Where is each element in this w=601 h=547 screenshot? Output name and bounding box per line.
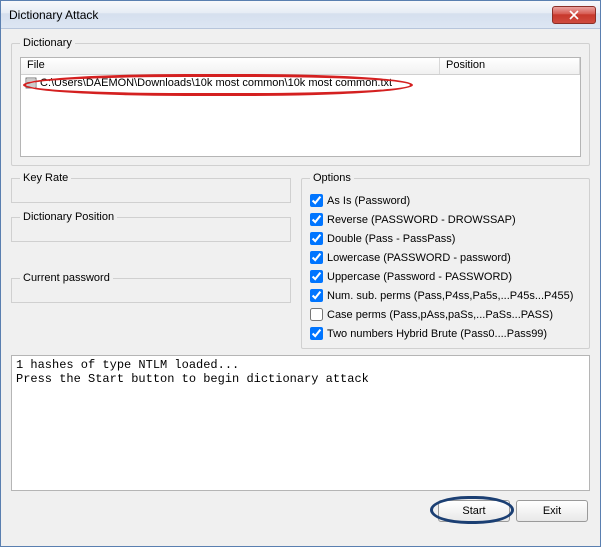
- dictionary-table[interactable]: File Position: [20, 57, 581, 157]
- option-item[interactable]: Num. sub. perms (Pass,P4ss,Pa5s,...P45s.…: [310, 287, 581, 304]
- dictionary-position-group: Dictionary Position: [11, 211, 291, 242]
- option-label: Lowercase (PASSWORD - password): [327, 252, 511, 264]
- dictionary-legend: Dictionary: [20, 37, 75, 49]
- left-column: Key Rate Dictionary Position Current pas…: [11, 172, 291, 349]
- key-rate-legend: Key Rate: [20, 172, 71, 184]
- table-row[interactable]: C:\Users\DAEMON\Downloads\10k most commo…: [21, 75, 580, 91]
- file-icon: [25, 77, 37, 89]
- column-header-position[interactable]: Position: [440, 58, 580, 74]
- option-item[interactable]: Lowercase (PASSWORD - password): [310, 249, 581, 266]
- titlebar: Dictionary Attack: [1, 1, 600, 29]
- dictionary-table-header: File Position: [21, 58, 580, 75]
- close-icon: [569, 10, 579, 20]
- dictionary-attack-window: Dictionary Attack Dictionary File Positi…: [0, 0, 601, 547]
- option-checkbox[interactable]: [310, 194, 323, 207]
- option-item[interactable]: Two numbers Hybrid Brute (Pass0....Pass9…: [310, 325, 581, 342]
- options-group: Options As Is (Password) Reverse (PASSWOR…: [301, 172, 590, 349]
- option-checkbox[interactable]: [310, 327, 323, 340]
- option-label: Double (Pass - PassPass): [327, 233, 455, 245]
- option-label: Two numbers Hybrid Brute (Pass0....Pass9…: [327, 328, 547, 340]
- option-checkbox[interactable]: [310, 270, 323, 283]
- option-label: Case perms (Pass,pAss,paSs,...PaSs...PAS…: [327, 309, 553, 321]
- file-path: C:\Users\DAEMON\Downloads\10k most commo…: [40, 77, 392, 89]
- option-label: Uppercase (Password - PASSWORD): [327, 271, 512, 283]
- option-item[interactable]: As Is (Password): [310, 192, 581, 209]
- option-label: Reverse (PASSWORD - DROWSSAP): [327, 214, 516, 226]
- option-label: Num. sub. perms (Pass,P4ss,Pa5s,...P45s.…: [327, 290, 573, 302]
- dictionary-position-legend: Dictionary Position: [20, 211, 117, 223]
- option-item[interactable]: Double (Pass - PassPass): [310, 230, 581, 247]
- dictionary-group: Dictionary File Position: [11, 37, 590, 166]
- column-header-file[interactable]: File: [21, 58, 440, 74]
- middle-row: Key Rate Dictionary Position Current pas…: [11, 172, 590, 349]
- current-password-group: Current password: [11, 272, 291, 303]
- client-area: Dictionary File Position: [1, 29, 600, 546]
- option-item[interactable]: Reverse (PASSWORD - DROWSSAP): [310, 211, 581, 228]
- option-checkbox[interactable]: [310, 232, 323, 245]
- button-row: Start Exit: [11, 497, 590, 522]
- cell-file: C:\Users\DAEMON\Downloads\10k most commo…: [21, 77, 440, 89]
- window-title: Dictionary Attack: [9, 8, 552, 22]
- dictionary-table-body: C:\Users\DAEMON\Downloads\10k most commo…: [21, 75, 580, 91]
- log-output[interactable]: 1 hashes of type NTLM loaded... Press th…: [11, 355, 590, 491]
- spacer: [11, 250, 291, 264]
- option-checkbox[interactable]: [310, 213, 323, 226]
- option-checkbox[interactable]: [310, 308, 323, 321]
- option-label: As Is (Password): [327, 195, 410, 207]
- close-button[interactable]: [552, 6, 596, 24]
- start-button[interactable]: Start: [438, 500, 510, 522]
- right-column: Options As Is (Password) Reverse (PASSWOR…: [301, 172, 590, 349]
- option-checkbox[interactable]: [310, 251, 323, 264]
- options-list: As Is (Password) Reverse (PASSWORD - DROW…: [310, 190, 581, 342]
- option-item[interactable]: Uppercase (Password - PASSWORD): [310, 268, 581, 285]
- key-rate-group: Key Rate: [11, 172, 291, 203]
- option-checkbox[interactable]: [310, 289, 323, 302]
- option-item[interactable]: Case perms (Pass,pAss,paSs,...PaSs...PAS…: [310, 306, 581, 323]
- exit-button[interactable]: Exit: [516, 500, 588, 522]
- options-legend: Options: [310, 172, 354, 184]
- current-password-legend: Current password: [20, 272, 113, 284]
